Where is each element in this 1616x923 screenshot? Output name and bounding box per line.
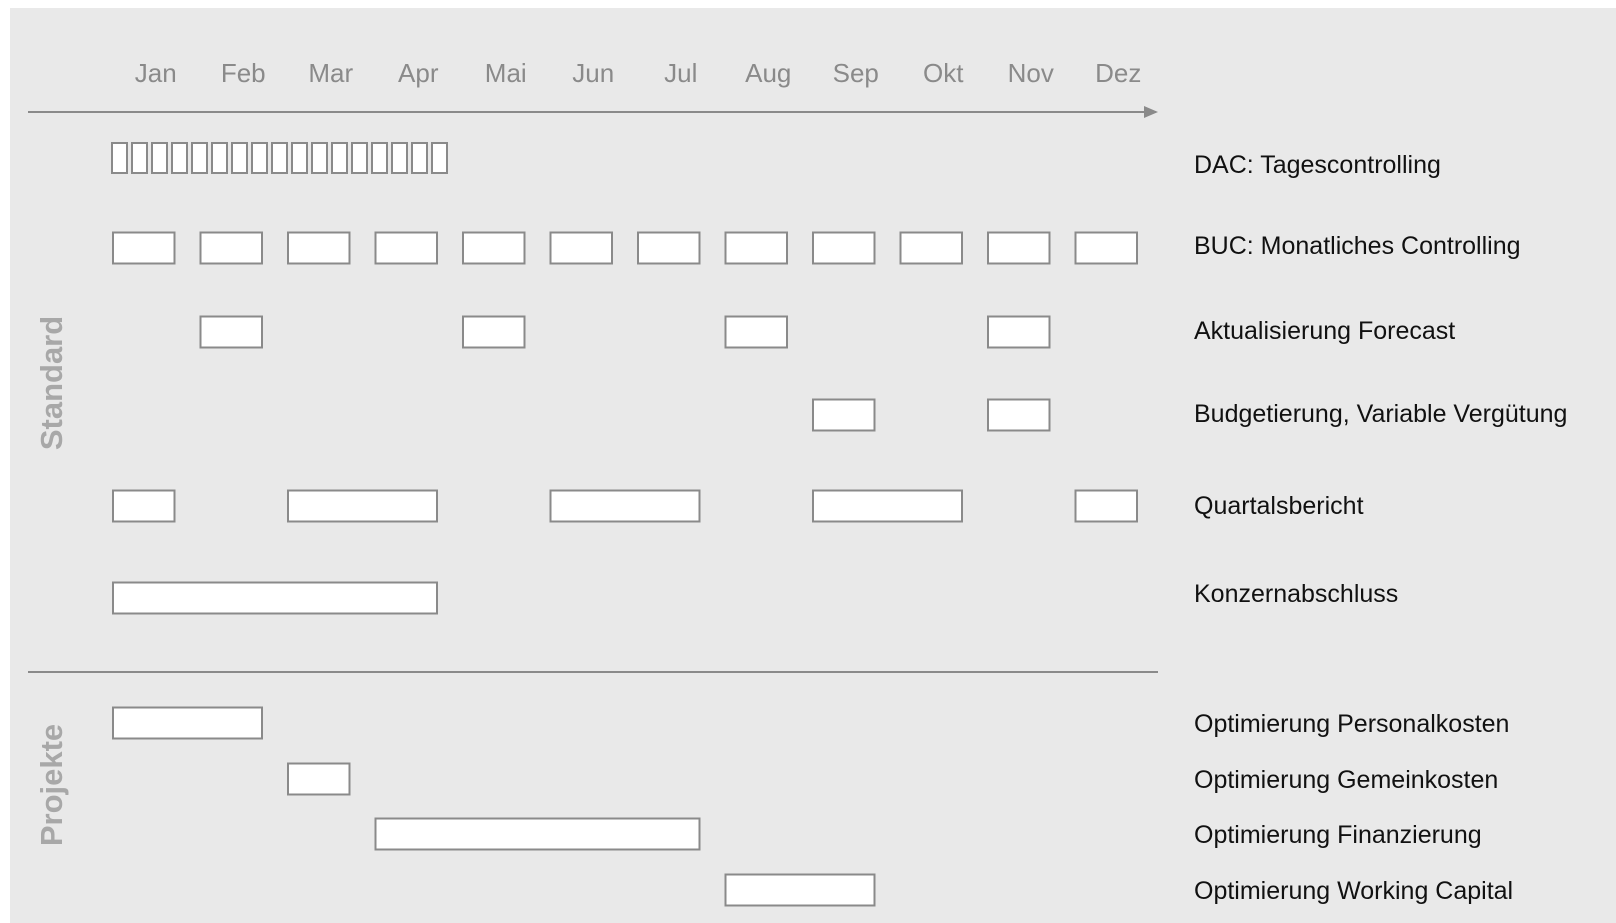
month-labels: Jan Feb Mar Apr Mai Jun Jul Aug Sep Okt Nov Dez <box>135 58 1142 88</box>
activity-bar <box>199 315 263 349</box>
month-label-sep: Sep <box>833 58 879 88</box>
activity-bar <box>287 231 351 265</box>
row-label-forecast: Aktualisierung Forecast <box>1194 317 1455 345</box>
activity-bar <box>812 231 876 265</box>
timeline-diagram: Standard Projekte Jan Feb Mar Apr Mai Jun Jul A… <box>0 0 1616 923</box>
activity-bar <box>112 231 176 265</box>
month-label-nov: Nov <box>1008 58 1054 88</box>
row-budget <box>812 398 1051 432</box>
month-label-okt: Okt <box>923 58 964 88</box>
daily-mark <box>311 142 328 174</box>
activity-bar <box>637 231 701 265</box>
month-label-jul: Jul <box>664 58 697 88</box>
activity-bar <box>374 817 701 851</box>
row-gemein <box>287 762 351 796</box>
timeline-chart: Standard Projekte Jan Feb Mar Apr Mai Jun Jul A… <box>28 58 1567 907</box>
daily-mark <box>231 142 248 174</box>
activity-bar <box>1074 489 1138 523</box>
month-label-aug: Aug <box>745 58 791 88</box>
daily-mark <box>371 142 388 174</box>
row-labels: DAC: Tagescontrolling BUC: Monatliches Co… <box>1194 151 1567 905</box>
row-buc <box>112 231 1138 265</box>
activity-bar <box>724 231 788 265</box>
activity-bar <box>899 231 963 265</box>
daily-mark <box>271 142 288 174</box>
daily-mark <box>111 142 128 174</box>
section-label-projekte: Projekte <box>34 724 69 846</box>
daily-mark <box>131 142 148 174</box>
row-label-personal: Optimierung Personalkosten <box>1194 710 1509 738</box>
row-label-buc: BUC: Monatliches Controlling <box>1194 232 1521 260</box>
month-label-jun: Jun <box>572 58 614 88</box>
activity-bar <box>724 873 876 907</box>
month-label-feb: Feb <box>221 58 266 88</box>
activity-bar <box>1074 231 1138 265</box>
activity-bar <box>199 231 263 265</box>
row-label-gemein: Optimierung Gemeinkosten <box>1194 766 1498 794</box>
activity-bar <box>462 231 526 265</box>
activity-bar <box>112 581 438 615</box>
activity-bar <box>112 706 263 740</box>
month-label-mai: Mai <box>485 58 527 88</box>
month-label-jan: Jan <box>135 58 177 88</box>
daily-mark <box>331 142 348 174</box>
daily-mark <box>151 142 168 174</box>
row-label-dac: DAC: Tagescontrolling <box>1194 151 1441 179</box>
daily-mark <box>251 142 268 174</box>
activity-bar <box>812 398 876 432</box>
activity-bar <box>549 231 613 265</box>
row-dac <box>111 142 448 174</box>
row-konzern <box>112 581 438 615</box>
daily-mark <box>351 142 368 174</box>
activity-bar <box>812 489 963 523</box>
row-finanz <box>374 817 701 851</box>
row-working <box>724 873 876 907</box>
activity-bar <box>462 315 526 349</box>
row-label-konzern: Konzernabschluss <box>1194 580 1398 608</box>
daily-mark <box>431 142 448 174</box>
activity-bar <box>549 489 701 523</box>
timeline-rows <box>111 142 1138 907</box>
row-forecast <box>199 315 1051 349</box>
activity-bar <box>287 762 351 796</box>
activity-bar <box>112 489 176 523</box>
row-label-quartal: Quartalsbericht <box>1194 492 1364 520</box>
row-label-working: Optimierung Working Capital <box>1194 877 1513 905</box>
row-label-budget: Budgetierung, Variable Vergütung <box>1194 400 1567 428</box>
activity-bar <box>287 489 438 523</box>
daily-mark <box>171 142 188 174</box>
activity-bar <box>987 231 1051 265</box>
daily-mark <box>291 142 308 174</box>
month-label-apr: Apr <box>398 58 439 88</box>
daily-mark <box>211 142 228 174</box>
activity-bar <box>374 231 438 265</box>
month-label-dez: Dez <box>1095 58 1141 88</box>
activity-bar <box>724 315 788 349</box>
row-quartal <box>112 489 1138 523</box>
activity-bar <box>987 398 1051 432</box>
row-personal <box>112 706 263 740</box>
daily-mark <box>191 142 208 174</box>
section-label-standard: Standard <box>34 316 69 450</box>
activity-bar <box>987 315 1051 349</box>
row-label-finanz: Optimierung Finanzierung <box>1194 821 1482 849</box>
daily-mark <box>391 142 408 174</box>
daily-mark <box>411 142 428 174</box>
month-label-mar: Mar <box>308 58 353 88</box>
